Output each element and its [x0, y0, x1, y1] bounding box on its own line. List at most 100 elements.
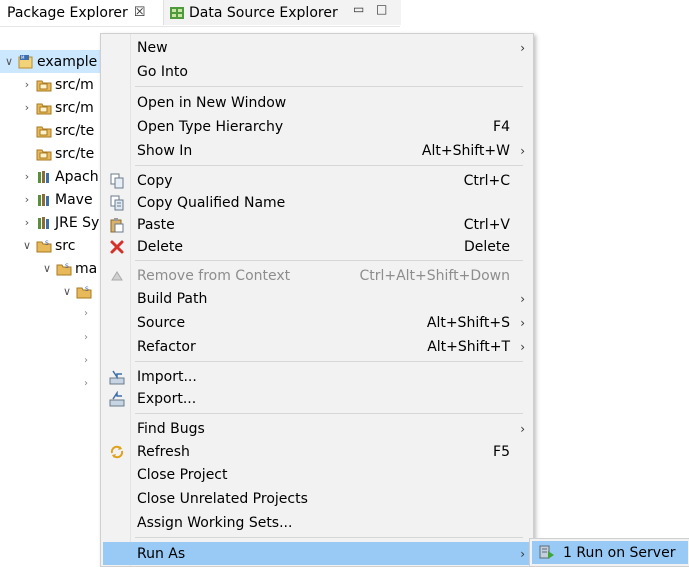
- tree-item-label: ma: [75, 260, 98, 277]
- submenu-arrow-icon: ›: [520, 316, 525, 330]
- submenu-arrow-icon: ›: [520, 292, 525, 306]
- minimize-view-icon[interactable]: ▭: [353, 2, 364, 16]
- tab-package-explorer-label: Package Explorer: [7, 4, 128, 21]
- tree-item-label: Mave: [55, 191, 93, 208]
- menu-item-build-path[interactable]: Build Path ›: [103, 288, 531, 310]
- menu-item-shortcut: Ctrl+C: [463, 173, 510, 189]
- menu-item-open-new-window[interactable]: Open in New Window: [103, 92, 531, 114]
- expand-chevron-icon[interactable]: ∨: [22, 239, 32, 252]
- menu-item-label: Open in New Window: [137, 95, 287, 111]
- tree-item-label: src/te: [55, 122, 95, 139]
- tree-item-label: JRE Sy: [55, 214, 100, 231]
- menu-item-source[interactable]: Source Alt+Shift+S ›: [103, 312, 531, 334]
- library-icon: [36, 215, 52, 231]
- expand-chevron-icon[interactable]: ∨: [42, 262, 52, 275]
- close-tab-icon[interactable]: ☒: [134, 5, 146, 20]
- menu-item-shortcut: Alt+Shift+W: [421, 143, 510, 159]
- menu-item-close-project[interactable]: Close Project: [103, 464, 531, 486]
- tree-item-apache-library[interactable]: › Apach: [22, 165, 99, 188]
- tree-item-label: src: [55, 237, 76, 254]
- menu-separator: [135, 86, 523, 87]
- menu-item-delete[interactable]: Delete Delete: [103, 236, 531, 258]
- copy-icon: [109, 173, 125, 189]
- copy-qualified-name-icon: [109, 195, 125, 211]
- menu-separator: [135, 413, 523, 414]
- menu-item-close-unrelated-projects[interactable]: Close Unrelated Projects: [103, 488, 531, 510]
- menu-item-assign-working-sets[interactable]: Assign Working Sets...: [103, 512, 531, 534]
- tree-item-src[interactable]: ∨ S src: [22, 234, 75, 257]
- tree-item-src-main-1[interactable]: › src/m: [22, 73, 94, 96]
- tree-item-src-test-1[interactable]: src/te: [22, 119, 94, 142]
- expand-chevron-icon[interactable]: ›: [22, 78, 32, 91]
- expand-chevron-icon[interactable]: ∨: [62, 285, 72, 298]
- menu-item-go-into[interactable]: Go Into: [103, 61, 531, 83]
- import-icon: [109, 369, 125, 385]
- expand-chevron-icon[interactable]: ›: [22, 170, 32, 183]
- tree-item-maven-dependencies[interactable]: › Mave: [22, 188, 93, 211]
- collapsed-chevron-icon[interactable]: ›: [84, 355, 88, 366]
- menu-item-copy-qualified-name[interactable]: Copy Qualified Name: [103, 192, 531, 214]
- context-menu: New › Go Into Open in New Window Open Ty…: [100, 33, 534, 567]
- menu-item-run-on-server[interactable]: 1 Run on Server: [532, 541, 688, 564]
- menu-item-remove-from-context: Remove from Context Ctrl+Alt+Shift+Down: [103, 265, 531, 287]
- maximize-view-icon[interactable]: □: [376, 2, 387, 16]
- menu-item-import[interactable]: Import...: [103, 366, 531, 388]
- menu-separator: [135, 537, 523, 538]
- menu-item-shortcut: Ctrl+Alt+Shift+Down: [359, 268, 510, 284]
- menu-item-run-as[interactable]: Run As ›: [103, 542, 531, 565]
- svg-text:M: M: [21, 55, 25, 60]
- menu-item-refactor[interactable]: Refactor Alt+Shift+T ›: [103, 336, 531, 358]
- maven-project-icon: M: [18, 54, 34, 70]
- menu-item-show-in[interactable]: Show In Alt+Shift+W ›: [103, 140, 531, 162]
- expand-chevron-icon[interactable]: ›: [22, 193, 32, 206]
- remove-context-icon: [109, 268, 125, 284]
- collapsed-chevron-icon[interactable]: ›: [84, 332, 88, 343]
- expand-chevron-icon[interactable]: ∨: [4, 55, 14, 68]
- menu-item-label: Build Path: [137, 291, 208, 307]
- tree-item-jre-system-library[interactable]: › JRE Sy: [22, 211, 100, 234]
- run-on-server-icon: [539, 544, 555, 560]
- expand-chevron-icon[interactable]: ›: [22, 216, 32, 229]
- menu-item-export[interactable]: Export...: [103, 388, 531, 410]
- submenu-arrow-icon: ›: [520, 144, 525, 158]
- menu-item-label: Close Project: [137, 467, 228, 483]
- view-tab-bar: Package Explorer ☒ Data Source Explorer …: [0, 0, 401, 26]
- expand-chevron-icon[interactable]: ›: [22, 101, 32, 114]
- menu-item-label: Copy Qualified Name: [137, 195, 286, 211]
- menu-item-label: Copy: [137, 173, 173, 189]
- menu-item-label: Source: [137, 315, 186, 331]
- collapsed-chevron-icon[interactable]: ›: [84, 378, 88, 389]
- tab-data-source-explorer[interactable]: Data Source Explorer: [163, 0, 401, 25]
- menu-item-label: Refactor: [137, 339, 196, 355]
- menu-item-label: Assign Working Sets...: [137, 515, 293, 531]
- menu-item-open-type-hierarchy[interactable]: Open Type Hierarchy F4: [103, 116, 531, 138]
- source-folder-icon: [36, 123, 52, 139]
- tree-item-src-main-2[interactable]: › src/m: [22, 96, 94, 119]
- refresh-icon: [109, 444, 125, 460]
- svg-text:S: S: [85, 286, 89, 293]
- run-as-submenu: 1 Run on Server: [529, 538, 689, 567]
- menu-item-label: New: [137, 40, 168, 56]
- menu-item-label: Show In: [137, 143, 193, 159]
- folder-icon: S: [76, 284, 92, 300]
- menu-item-copy[interactable]: Copy Ctrl+C: [103, 170, 531, 192]
- menu-item-new[interactable]: New ›: [103, 37, 531, 59]
- tree-item-label: src/m: [55, 99, 94, 116]
- tree-item-main[interactable]: ∨ S ma: [42, 257, 97, 280]
- export-icon: [109, 390, 125, 407]
- menu-item-label: Remove from Context: [137, 268, 291, 284]
- source-folder-icon: [36, 77, 52, 93]
- tree-item-sub-folder[interactable]: ∨ S: [62, 280, 95, 303]
- menu-item-find-bugs[interactable]: Find Bugs ›: [103, 418, 531, 440]
- collapsed-chevron-icon[interactable]: ›: [84, 308, 88, 319]
- delete-icon: [109, 239, 125, 255]
- tree-item-src-test-2[interactable]: src/te: [22, 142, 94, 165]
- menu-item-label: Find Bugs: [137, 421, 205, 437]
- menu-item-refresh[interactable]: Refresh F5: [103, 441, 531, 463]
- tab-package-explorer[interactable]: Package Explorer ☒: [0, 0, 162, 25]
- menu-item-paste[interactable]: Paste Ctrl+V: [103, 214, 531, 236]
- library-icon: [36, 192, 52, 208]
- folder-icon: S: [56, 261, 72, 277]
- menu-item-label: Export...: [137, 391, 197, 407]
- library-icon: [36, 169, 52, 185]
